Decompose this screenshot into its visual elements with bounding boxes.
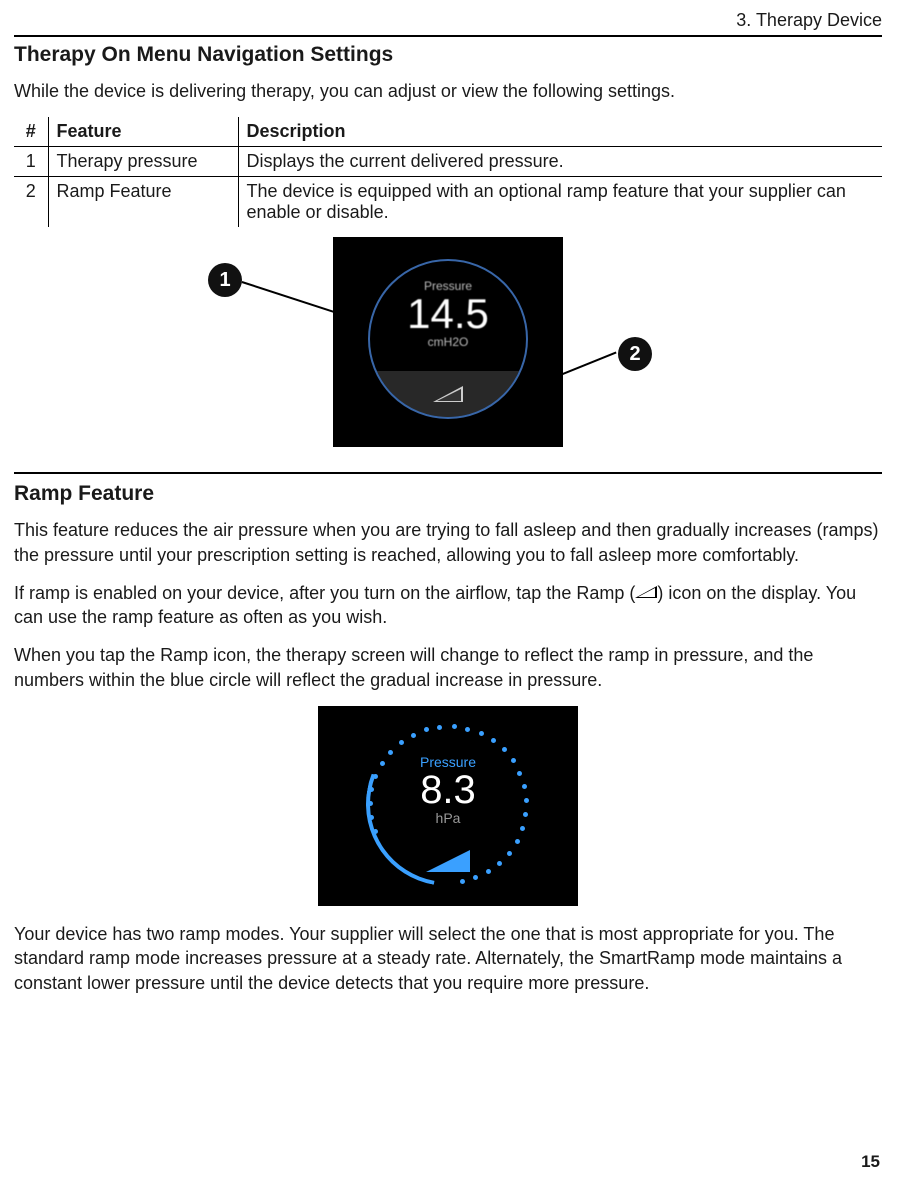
cell-num: 2 [14, 177, 48, 228]
cell-num: 1 [14, 147, 48, 177]
pressure-value: 8.3 [318, 770, 578, 810]
callout-lead [242, 281, 338, 313]
cell-feature: Therapy pressure [48, 147, 238, 177]
th-desc: Description [238, 117, 882, 147]
ramp-paragraph-3: When you tap the Ramp icon, the therapy … [14, 643, 882, 692]
device-screen: Pressure 14.5 cmH2O [333, 237, 563, 447]
device-screen-figure-2: Pressure 8.3 hPa [318, 706, 578, 906]
device-screen-figure-1: Pressure 14.5 cmH2O 1 2 [198, 237, 698, 462]
ramp-icon [635, 586, 657, 598]
table-row: 1 Therapy pressure Displays the current … [14, 147, 882, 177]
ramp-p2-before: If ramp is enabled on your device, after… [14, 583, 635, 603]
pressure-gauge: Pressure 8.3 hPa [318, 754, 578, 826]
feature-table: # Feature Description 1 Therapy pressure… [14, 117, 882, 227]
ramp-paragraph-2: If ramp is enabled on your device, after… [14, 581, 882, 630]
section-title-ramp: Ramp Feature [14, 482, 882, 506]
cell-desc: The device is equipped with an optional … [238, 177, 882, 228]
callout-1: 1 [208, 263, 242, 297]
ramp-icon [433, 386, 463, 402]
ramp-icon [426, 850, 470, 872]
section-title-therapy-on: Therapy On Menu Navigation Settings [14, 43, 882, 67]
pressure-unit: cmH2O [428, 335, 469, 349]
ramp-button-area [370, 371, 526, 417]
pressure-value: 14.5 [407, 293, 489, 335]
pressure-unit: hPa [318, 810, 578, 826]
callout-2: 2 [618, 337, 652, 371]
pressure-gauge: Pressure 14.5 cmH2O [368, 259, 528, 419]
ramp-paragraph-4: Your device has two ramp modes. Your sup… [14, 922, 882, 995]
th-num: # [14, 117, 48, 147]
th-feature: Feature [48, 117, 238, 147]
cell-desc: Displays the current delivered pressure. [238, 147, 882, 177]
divider [14, 472, 882, 474]
section-intro: While the device is delivering therapy, … [14, 79, 882, 103]
chapter-header: 3. Therapy Device [14, 10, 882, 37]
table-row: 2 Ramp Feature The device is equipped wi… [14, 177, 882, 228]
ramp-paragraph-1: This feature reduces the air pressure wh… [14, 518, 882, 567]
page-number: 15 [861, 1152, 880, 1172]
cell-feature: Ramp Feature [48, 177, 238, 228]
